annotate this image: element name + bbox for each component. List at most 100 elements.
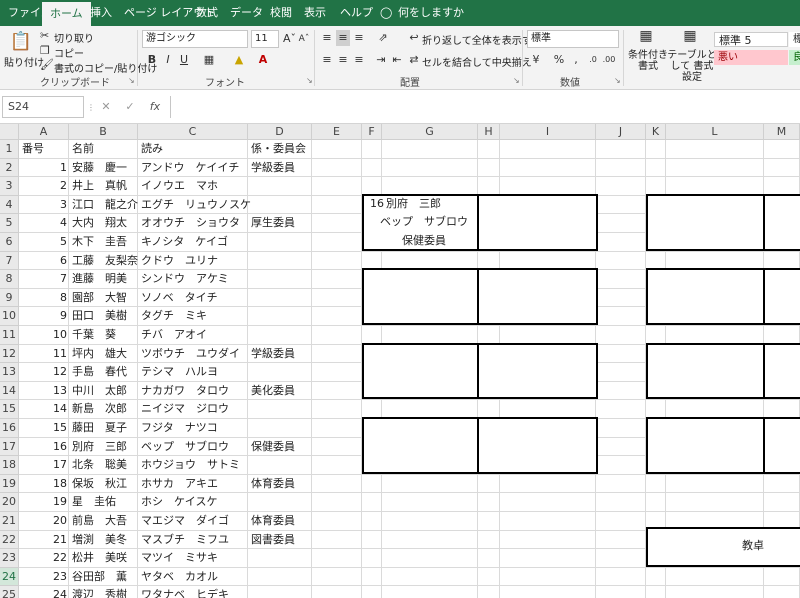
cell-reading[interactable]: ナカガワ タロウ [139, 382, 231, 400]
align-middle-icon[interactable]: ≡ [336, 30, 350, 46]
select-all-corner[interactable] [0, 124, 19, 140]
cell-reading[interactable]: ソノベ タイチ [139, 289, 220, 307]
row-header-18[interactable]: 18 [0, 456, 19, 475]
format-painter-button[interactable]: 書式のコピー/貼り付け [54, 60, 157, 75]
cell-reading[interactable]: ホウジョウ サトミ [139, 456, 242, 474]
column-header-j[interactable]: J [596, 124, 646, 140]
column-header-d[interactable]: D [248, 124, 312, 140]
row-header-8[interactable]: 8 [0, 270, 19, 289]
cell-number[interactable]: 7 [19, 270, 69, 288]
cell-number[interactable]: 1 [19, 159, 69, 177]
enter-icon[interactable]: ✓ [124, 99, 136, 115]
cell-number[interactable]: 19 [19, 493, 69, 511]
seat-group-box[interactable] [362, 417, 598, 474]
cell-number[interactable]: 3 [19, 196, 69, 214]
dialog-launcher-icon[interactable]: ↘ [513, 76, 520, 85]
row-header-9[interactable]: 9 [0, 288, 19, 308]
shrink-font-icon[interactable]: Aˆ [298, 31, 310, 47]
cell-name[interactable]: 渡辺 秀樹 [70, 586, 129, 598]
cell-role[interactable]: 体育委員 [249, 475, 297, 493]
row-header-7[interactable]: 7 [0, 251, 19, 271]
cell-name[interactable]: 進藤 明美 [70, 270, 129, 288]
formula-input[interactable] [170, 96, 800, 118]
cell-number[interactable]: 6 [19, 252, 69, 270]
cell-name[interactable]: 中川 太郎 [70, 382, 129, 400]
cell-number[interactable]: 10 [19, 326, 69, 344]
cell-reading[interactable]: キノシタ ケイゴ [139, 233, 230, 251]
font-size-select[interactable]: 11 [251, 30, 279, 48]
cell-name[interactable]: 前島 大吾 [70, 512, 129, 530]
header-name[interactable]: 名前 [70, 140, 96, 158]
font-name-select[interactable]: 游ゴシック [142, 30, 248, 48]
row-header-20[interactable]: 20 [0, 493, 19, 512]
header-reading[interactable]: 読み [139, 140, 165, 158]
cell-style-good[interactable]: 良 [789, 50, 800, 65]
row-header-2[interactable]: 2 [0, 158, 19, 178]
tab-formulas[interactable]: 数式 [196, 0, 218, 26]
italic-icon[interactable]: I [162, 52, 174, 68]
column-header-k[interactable]: K [646, 124, 666, 140]
comma-icon[interactable]: , [570, 52, 582, 68]
tab-home[interactable]: ホーム [42, 2, 91, 26]
currency-icon[interactable]: ¥ [528, 52, 544, 68]
cell-reading[interactable]: チバ アオイ [139, 326, 209, 344]
cell-number[interactable]: 24 [19, 586, 69, 598]
cell-number[interactable]: 14 [19, 400, 69, 418]
align-center-icon[interactable]: ≡ [336, 52, 350, 68]
dialog-launcher-icon[interactable]: ↘ [306, 76, 313, 85]
cell-reading[interactable]: ツボウチ ユウダイ [139, 345, 242, 363]
cell-reading[interactable]: ニイジマ ジロウ [139, 400, 231, 418]
cell-number[interactable]: 21 [19, 531, 69, 549]
seat-group-box[interactable] [362, 268, 598, 325]
cancel-icon[interactable]: ✕ [100, 99, 112, 115]
row-header-1[interactable]: 1 [0, 140, 19, 159]
cell-reading[interactable]: ホサカ アキエ [139, 475, 220, 493]
align-left-icon[interactable]: ≡ [320, 52, 334, 68]
cell-name[interactable]: 増渕 美冬 [70, 531, 129, 549]
row-header-15[interactable]: 15 [0, 400, 19, 419]
seat-group-box[interactable] [646, 417, 800, 474]
paste-icon[interactable]: 📋 [8, 30, 34, 54]
fill-color-icon[interactable]: ▲ [232, 52, 246, 68]
cell-reading[interactable]: フジタ ナツコ [139, 419, 220, 437]
cell-role[interactable]: 図書委員 [249, 531, 297, 549]
cell-name[interactable]: 北条 聡美 [70, 456, 129, 474]
copy-button[interactable]: コピー [54, 45, 84, 60]
header-role[interactable]: 係・委員会 [249, 140, 308, 158]
cell-reading[interactable]: マスブチ ミフユ [139, 531, 231, 549]
bold-icon[interactable]: B [146, 52, 158, 68]
cell-name[interactable]: 星 圭佑 [70, 493, 118, 511]
cell-number[interactable]: 5 [19, 233, 69, 251]
row-header-10[interactable]: 10 [0, 307, 19, 326]
cell-name[interactable]: 園部 大智 [70, 289, 129, 307]
column-header-f[interactable]: F [362, 124, 382, 140]
cell-name[interactable]: 江口 龍之介 [70, 196, 140, 214]
percent-icon[interactable]: % [552, 52, 566, 68]
merge-center-button[interactable]: セルを結合して中央揃え [422, 54, 532, 69]
column-header-l[interactable]: L [666, 124, 764, 140]
paste-button[interactable]: 貼り付け [4, 54, 44, 69]
cell-number[interactable]: 20 [19, 512, 69, 530]
cell-style-normal5[interactable]: 標準 5 [714, 32, 788, 47]
tab-data[interactable]: データ [230, 0, 263, 26]
cell-number[interactable]: 15 [19, 419, 69, 437]
cell-number[interactable]: 18 [19, 475, 69, 493]
column-header-m[interactable]: M [764, 124, 800, 140]
cell-reading[interactable]: ベップ サブロウ [139, 438, 231, 456]
cell-number[interactable]: 9 [19, 307, 69, 325]
column-header-a[interactable]: A [19, 124, 69, 140]
cell-reading[interactable]: ホシ ケイスケ [139, 493, 219, 511]
tab-view[interactable]: 表示 [304, 0, 326, 26]
row-header-13[interactable]: 13 [0, 363, 19, 382]
number-format-select[interactable]: 標準 [527, 30, 619, 48]
underline-icon[interactable]: U [178, 52, 190, 68]
column-header-h[interactable]: H [478, 124, 500, 140]
row-header-22[interactable]: 22 [0, 530, 19, 550]
row-header-4[interactable]: 4 [0, 195, 19, 215]
cell-role[interactable]: 保健委員 [249, 438, 297, 456]
cell-number[interactable]: 23 [19, 568, 69, 586]
cell-role[interactable]: 厚生委員 [249, 214, 297, 232]
row-header-24[interactable]: 24 [0, 567, 19, 587]
outdent-icon[interactable]: ⇤ [390, 52, 404, 68]
orientation-icon[interactable]: ⇗ [374, 30, 392, 46]
